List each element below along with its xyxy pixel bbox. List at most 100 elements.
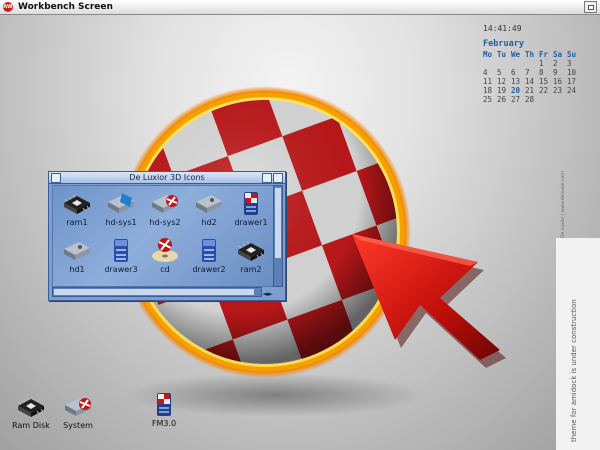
scroll-arrows[interactable]: ◄►	[262, 290, 273, 298]
calendar-day[interactable]: 17	[567, 77, 581, 86]
calendar-day[interactable]: 15	[539, 77, 553, 86]
icon-label: FM3.0	[151, 419, 177, 428]
icon-label: System	[63, 421, 93, 430]
screen-depth-gadget[interactable]	[584, 1, 597, 13]
icon-label: cd	[160, 265, 170, 274]
chip-icon	[18, 397, 44, 417]
calendar-day[interactable]: 26	[497, 95, 511, 104]
icon-label: hd2	[201, 218, 217, 227]
calendar-day[interactable]: 10	[567, 68, 581, 77]
window-icon-hd-sys2[interactable]: hd-sys2	[144, 189, 186, 227]
calendar-day	[567, 95, 581, 104]
vertical-scrollbar[interactable]	[273, 185, 283, 287]
vertical-scroll-knob[interactable]	[275, 188, 281, 258]
icon-label: ram1	[66, 218, 88, 227]
calendar-day[interactable]: 23	[553, 86, 567, 95]
hdd-blue-icon	[108, 193, 134, 213]
chip-icon	[238, 241, 264, 261]
hdd-red-icon	[152, 195, 178, 213]
icon-label: hd-sys1	[105, 218, 137, 227]
calendar-day	[525, 59, 539, 68]
calendar-day[interactable]: 5	[497, 68, 511, 77]
desktop-icon-ram-disk[interactable]: Ram Disk	[8, 392, 54, 430]
window-icon-ram2[interactable]: ram2	[230, 236, 272, 274]
window-icon-hd-sys1[interactable]: hd-sys1	[100, 189, 142, 227]
desktop-icon-system[interactable]: System	[55, 392, 101, 430]
icon-label: hd1	[69, 265, 85, 274]
calendar-widget: February Mo Tu We Th Fr Sa Su 1 2 3 4 5 6 7 8 9 10 11 12 1…	[483, 39, 581, 104]
calendar-day[interactable]: 2	[553, 59, 567, 68]
icon-label: ram2	[240, 265, 262, 274]
calendar-day[interactable]: 9	[553, 68, 567, 77]
side-panel: theme for amidock is under construction	[556, 238, 600, 450]
calendar-day[interactable]: 14	[525, 77, 539, 86]
window-icon-hd2[interactable]: hd2	[188, 189, 230, 227]
calendar-day-header: Fr	[539, 50, 549, 59]
window-icon-hd1[interactable]: hd1	[56, 236, 98, 274]
calendar-day[interactable]: 27	[511, 95, 525, 104]
calendar-day-header: Su	[567, 50, 577, 59]
icon-label: hd-sys2	[149, 218, 181, 227]
hdd-icon	[196, 195, 222, 213]
hdd-icon	[64, 242, 90, 260]
calendar-day[interactable]: 3	[567, 59, 581, 68]
window-close-button[interactable]	[51, 173, 61, 183]
calendar-day[interactable]: 8	[539, 68, 553, 77]
calendar-day[interactable]: 28	[525, 95, 539, 104]
calendar-day[interactable]: 24	[567, 86, 581, 95]
calendar-day-header: Sa	[553, 50, 563, 59]
screen-title: Workbench Screen	[18, 2, 113, 12]
window-icon-drawer3[interactable]: drawer3	[100, 236, 142, 274]
window-title-bar[interactable]: De Luxior 3D Icons	[49, 172, 285, 184]
calendar-day[interactable]: 11	[483, 77, 497, 86]
calendar-day[interactable]: 4	[483, 68, 497, 77]
calendar-day[interactable]: 12	[497, 77, 511, 86]
calendar-day[interactable]: 22	[539, 86, 553, 95]
calendar-day[interactable]: 21	[525, 86, 539, 95]
window-zoom-button[interactable]	[262, 173, 272, 183]
calendar-week: 11 12 13 14 15 16 17	[483, 77, 581, 86]
icon-label: drawer2	[192, 265, 226, 274]
calendar-week: 25 26 27 28	[483, 95, 581, 104]
de-luxior-icons-window[interactable]: De Luxior 3D Icons ram1 hd-sys1 hd-sys2 hd2…	[48, 171, 286, 301]
window-depth-button[interactable]	[273, 173, 283, 183]
calendar-day	[539, 95, 553, 104]
calendar-day[interactable]: 25	[483, 95, 497, 104]
calendar-day[interactable]: 6	[511, 68, 525, 77]
calendar-day[interactable]: 13	[511, 77, 525, 86]
calendar-month: February	[483, 39, 524, 49]
drawer-red-icon	[244, 192, 258, 215]
calendar-week: 18 19 20 21 22 23 24	[483, 86, 581, 95]
calendar-day	[511, 59, 525, 68]
drawer-blue-icon	[202, 239, 216, 262]
calendar-day[interactable]: 1	[539, 59, 553, 68]
screen-title-bar[interactable]: AW Workbench Screen	[0, 0, 600, 15]
calendar-day-header: Tu	[497, 50, 507, 59]
side-tiny-text: De Luxior | www.deluxior.com	[561, 171, 566, 238]
window-title: De Luxior 3D Icons	[129, 173, 205, 182]
window-icon-drawer1[interactable]: drawer1	[230, 189, 272, 227]
calendar-day[interactable]: 20	[511, 86, 525, 95]
drawer-blue-icon	[114, 239, 128, 262]
calendar-day	[553, 95, 567, 104]
window-icon-ram1[interactable]: ram1	[56, 189, 98, 227]
horizontal-scroll-knob[interactable]	[54, 289, 254, 295]
calendar-week: 4 5 6 7 8 9 10	[483, 68, 581, 77]
calendar-day[interactable]: 16	[553, 77, 567, 86]
calendar-grid: Mo Tu We Th Fr Sa Su 1 2 3 4 5 6 7 8 9 10 11 12 13 14 15 16 17…	[483, 50, 581, 104]
horizontal-scrollbar[interactable]	[52, 287, 262, 297]
calendar-day[interactable]: 19	[497, 86, 511, 95]
window-icon-drawer2[interactable]: drawer2	[188, 236, 230, 274]
calendar-day[interactable]: 7	[525, 68, 539, 77]
desktop-icon-fm3-0[interactable]: FM3.0	[141, 390, 187, 428]
icon-label: drawer1	[234, 218, 268, 227]
calendar-week: 123	[483, 59, 581, 68]
amiga-logo-icon[interactable]: AW	[3, 2, 13, 12]
window-icon-area[interactable]: ram1 hd-sys1 hd-sys2 hd2 drawer1 hd1 drawer3 cd…	[52, 185, 274, 287]
calendar-day	[483, 59, 497, 68]
window-icon-cd[interactable]: cd	[144, 236, 186, 274]
cd-icon	[152, 238, 178, 262]
calendar-day-header: Mo	[483, 50, 493, 59]
side-panel-text: theme for amidock is under construction	[570, 299, 578, 442]
calendar-day[interactable]: 18	[483, 86, 497, 95]
